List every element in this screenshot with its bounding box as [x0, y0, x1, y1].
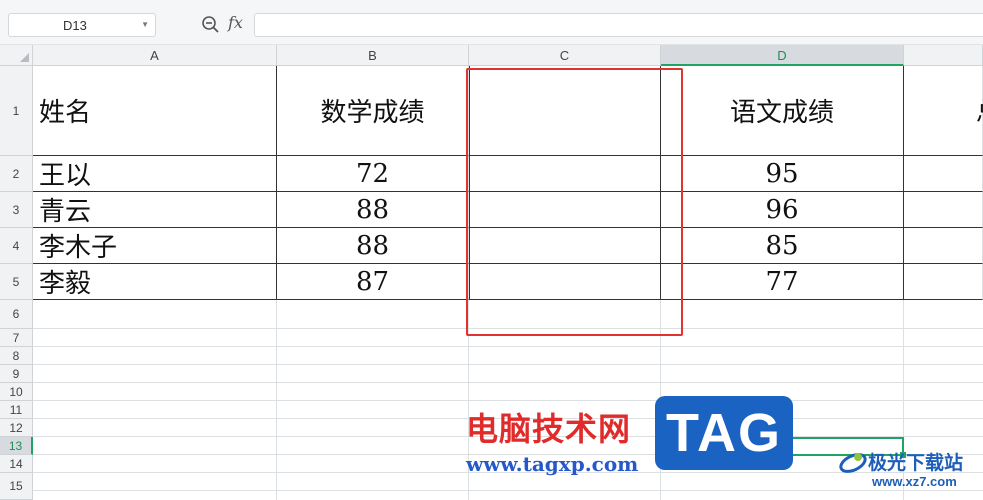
cell-b5[interactable]: 87: [277, 264, 469, 300]
row-header-14[interactable]: 14: [0, 455, 33, 473]
row-line: [33, 382, 983, 383]
aurora-logo-icon: [839, 453, 867, 473]
cell-d5[interactable]: 77: [661, 264, 904, 300]
zoom-icon[interactable]: [201, 15, 221, 35]
cell-d3[interactable]: 96: [661, 192, 904, 228]
formula-input[interactable]: [254, 13, 983, 37]
row-header-13[interactable]: 13: [0, 437, 33, 455]
row-header-1[interactable]: 1: [0, 66, 33, 156]
row-header-9[interactable]: 9: [0, 365, 33, 383]
cell-a3[interactable]: 青云: [33, 192, 277, 228]
cell-a2[interactable]: 王以: [33, 156, 277, 192]
cell-b4[interactable]: 88: [277, 228, 469, 264]
cell-d2[interactable]: 95: [661, 156, 904, 192]
cell-d4[interactable]: 85: [661, 228, 904, 264]
watermark-tag-logo: TAG: [655, 396, 793, 470]
cell-e3[interactable]: [904, 192, 983, 228]
cell-d1[interactable]: 语文成绩: [661, 66, 904, 156]
name-box[interactable]: D13 ▼: [8, 13, 156, 37]
cell-e2[interactable]: [904, 156, 983, 192]
row-header-6[interactable]: 6: [0, 300, 33, 329]
formula-toolbar: D13 ▼ fx: [0, 0, 983, 45]
row-header-10[interactable]: 10: [0, 383, 33, 401]
column-header-a[interactable]: A: [33, 45, 277, 66]
column-header-b[interactable]: B: [277, 45, 469, 66]
watermark-partner-url: www.xz7.com: [872, 474, 957, 489]
watermark-site-name: 电脑技术网: [466, 411, 632, 447]
row-header-15[interactable]: 15: [0, 473, 33, 500]
select-all-corner[interactable]: [0, 45, 33, 66]
watermark-partner-name: 极光下载站: [868, 453, 964, 474]
chevron-down-icon[interactable]: ▼: [141, 20, 149, 29]
fx-icon[interactable]: fx: [228, 13, 243, 32]
row-header-2[interactable]: 2: [0, 156, 33, 192]
row-header-8[interactable]: 8: [0, 347, 33, 365]
row-line: [33, 364, 983, 365]
row-header-11[interactable]: 11: [0, 401, 33, 419]
row-header-3[interactable]: 3: [0, 192, 33, 228]
watermark-site-url: www.tagxp.com: [466, 452, 639, 476]
cell-reference: D13: [63, 18, 87, 33]
row-header-5[interactable]: 5: [0, 264, 33, 300]
cell-a4[interactable]: 李木子: [33, 228, 277, 264]
cell-a1[interactable]: 姓名: [33, 66, 277, 156]
cell-a5[interactable]: 李毅: [33, 264, 277, 300]
column-header-e[interactable]: [904, 45, 983, 66]
cell-b2[interactable]: 72: [277, 156, 469, 192]
row-header-4[interactable]: 4: [0, 228, 33, 264]
row-header-12[interactable]: 12: [0, 419, 33, 437]
cell-b3[interactable]: 88: [277, 192, 469, 228]
column-c-highlight: [466, 68, 683, 336]
row-line: [33, 400, 983, 401]
row-line: [33, 490, 983, 491]
cell-b1[interactable]: 数学成绩: [277, 66, 469, 156]
row-header-7[interactable]: 7: [0, 329, 33, 347]
row-line: [33, 346, 983, 347]
cell-e1[interactable]: 总: [904, 66, 983, 156]
cell-e5[interactable]: [904, 264, 983, 300]
column-header-d[interactable]: D: [661, 45, 904, 66]
cell-e4[interactable]: [904, 228, 983, 264]
column-header-c[interactable]: C: [469, 45, 661, 66]
